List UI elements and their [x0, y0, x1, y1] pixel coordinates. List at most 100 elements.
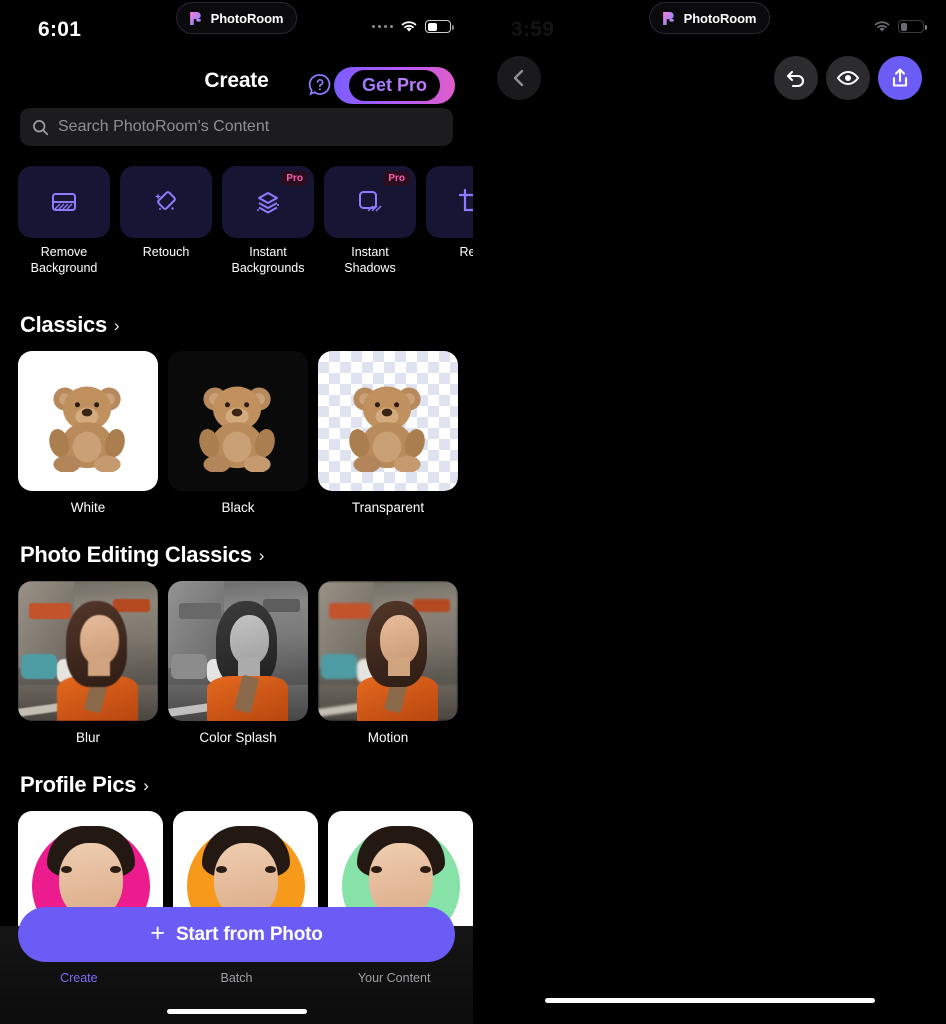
teddy-bear-image [199, 386, 275, 472]
tool-instant-shadows[interactable]: Pro Instant Shadows [324, 166, 416, 278]
pro-badge: Pro [281, 171, 308, 186]
classics-caption: Transparent [351, 500, 425, 515]
section-title-profile-pics[interactable]: Profile Pics › [20, 772, 149, 798]
tool-label-line2: Shadows [344, 260, 396, 275]
portrait-color-subject [168, 581, 308, 721]
photoroom-logo-icon [187, 10, 204, 27]
editor-toolbar [473, 56, 946, 108]
back-button[interactable] [497, 56, 541, 100]
home-indicator[interactable] [166, 1009, 307, 1014]
tools-row[interactable]: Remove Background Retouch Pro Instant Back… [18, 166, 473, 278]
thumbnail-motion [318, 581, 458, 721]
tool-remove-background[interactable]: Remove Background [18, 166, 110, 278]
classics-caption: White [70, 500, 106, 515]
thumbnail-color-splash [168, 581, 308, 721]
teddy-bear-image [349, 386, 425, 472]
photoroom-logo-icon [660, 10, 677, 27]
section-label: Classics [20, 312, 107, 337]
plus-icon: + [150, 919, 165, 947]
instant-backgrounds-icon[interactable]: Pro [222, 166, 314, 238]
get-pro-label: Get Pro [361, 75, 427, 95]
photo-editing-card-blur[interactable]: Blur [18, 581, 158, 745]
status-time: 3:59 [511, 18, 555, 41]
share-icon [892, 68, 908, 87]
app-screenshot: 6:01 PhotoRoom Create Get Pro Search Pho… [0, 0, 946, 1024]
chevron-left-icon [513, 69, 524, 87]
undo-button[interactable] [774, 56, 818, 100]
section-label: Profile Pics [20, 772, 137, 797]
page-title: Create [204, 69, 269, 92]
tab-label: Batch [220, 971, 253, 985]
wifi-icon [873, 20, 891, 33]
search-input[interactable]: Search PhotoRoom's Content [20, 108, 453, 146]
share-button[interactable] [878, 56, 922, 100]
tool-label-line1: Instant [249, 245, 287, 259]
status-indicators [873, 20, 927, 33]
classics-card-transparent[interactable]: Transparent [318, 351, 458, 515]
undo-icon [786, 70, 804, 87]
tool-retouch[interactable]: Retouch [120, 166, 212, 278]
chevron-right-icon: › [113, 316, 120, 335]
section-title-photo-editing-classics[interactable]: Photo Editing Classics › [20, 542, 264, 568]
status-indicators [371, 20, 454, 33]
photo-editing-caption: Color Splash [199, 730, 277, 745]
tool-label-line1: Resi [459, 245, 473, 259]
panel-divider [473, 0, 474, 1024]
dynamic-island-photoroom-activity[interactable]: PhotoRoom [175, 2, 298, 34]
classics-caption: Black [221, 500, 255, 515]
thumbnail-black [168, 351, 308, 491]
right-panel-editor-screen: 3:59 PhotoRoom [473, 0, 946, 1024]
wifi-icon [400, 20, 418, 33]
thumbnail-white [18, 351, 158, 491]
chevron-right-icon: › [258, 546, 265, 565]
section-label: Photo Editing Classics [20, 542, 252, 567]
portrait-subject [318, 581, 458, 721]
tool-label-line2: Backgrounds [231, 260, 305, 275]
start-from-photo-label: Start from Photo [175, 923, 323, 945]
photo-editing-card-color-splash[interactable]: Color Splash [168, 581, 308, 745]
island-label: PhotoRoom [683, 10, 757, 26]
photo-editing-classics-row[interactable]: Blur Color Splash Motion [18, 581, 473, 745]
chevron-right-icon: › [143, 776, 149, 795]
tool-instant-backgrounds[interactable]: Pro Instant Backgrounds [222, 166, 314, 278]
pro-badge: Pro [383, 171, 410, 186]
tool-label-line1: Instant [351, 245, 389, 259]
photo-editing-card-motion[interactable]: Motion [318, 581, 458, 745]
left-panel-create-screen: 6:01 PhotoRoom Create Get Pro Search Pho… [0, 0, 473, 1024]
tool-label-line2: Background [30, 260, 98, 275]
search-placeholder: Search PhotoRoom's Content [58, 118, 270, 135]
start-from-photo-button[interactable]: + Start from Photo [18, 907, 455, 962]
classics-row[interactable]: White Black Transparent [18, 351, 473, 515]
photo-editing-caption: Blur [75, 730, 100, 745]
portrait-image [18, 581, 158, 721]
get-pro-button[interactable]: Get Pro [333, 67, 455, 104]
retouch-icon[interactable] [120, 166, 212, 238]
dynamic-island-photoroom-activity[interactable]: PhotoRoom [648, 2, 771, 34]
tab-label: Your Content [357, 971, 431, 985]
battery-icon [898, 20, 927, 33]
photo-editing-caption: Motion [367, 730, 409, 745]
classics-card-white[interactable]: White [18, 351, 158, 515]
preview-button[interactable] [826, 56, 870, 100]
thumbnail-blur [18, 581, 158, 721]
tool-resize[interactable]: Resi [426, 166, 473, 278]
instant-shadows-icon[interactable]: Pro [324, 166, 416, 238]
teddy-bear-image [49, 386, 125, 472]
battery-icon [425, 20, 454, 33]
tool-label-line1: Remove [40, 245, 88, 259]
tab-label: Create [60, 971, 98, 985]
signal-dots-icon [371, 24, 393, 29]
thumbnail-transparent [318, 351, 458, 491]
remove-background-icon[interactable] [18, 166, 110, 238]
help-icon[interactable] [307, 72, 333, 98]
search-icon [32, 119, 49, 135]
eye-icon [836, 70, 860, 86]
tool-label-line1: Retouch [142, 245, 190, 259]
status-time: 6:01 [38, 18, 82, 41]
section-title-classics[interactable]: Classics › [20, 312, 120, 338]
home-indicator[interactable] [544, 998, 875, 1003]
classics-card-black[interactable]: Black [168, 351, 308, 515]
left-header: Create Get Pro [0, 63, 473, 107]
resize-icon[interactable] [426, 166, 473, 238]
island-label: PhotoRoom [210, 10, 284, 26]
